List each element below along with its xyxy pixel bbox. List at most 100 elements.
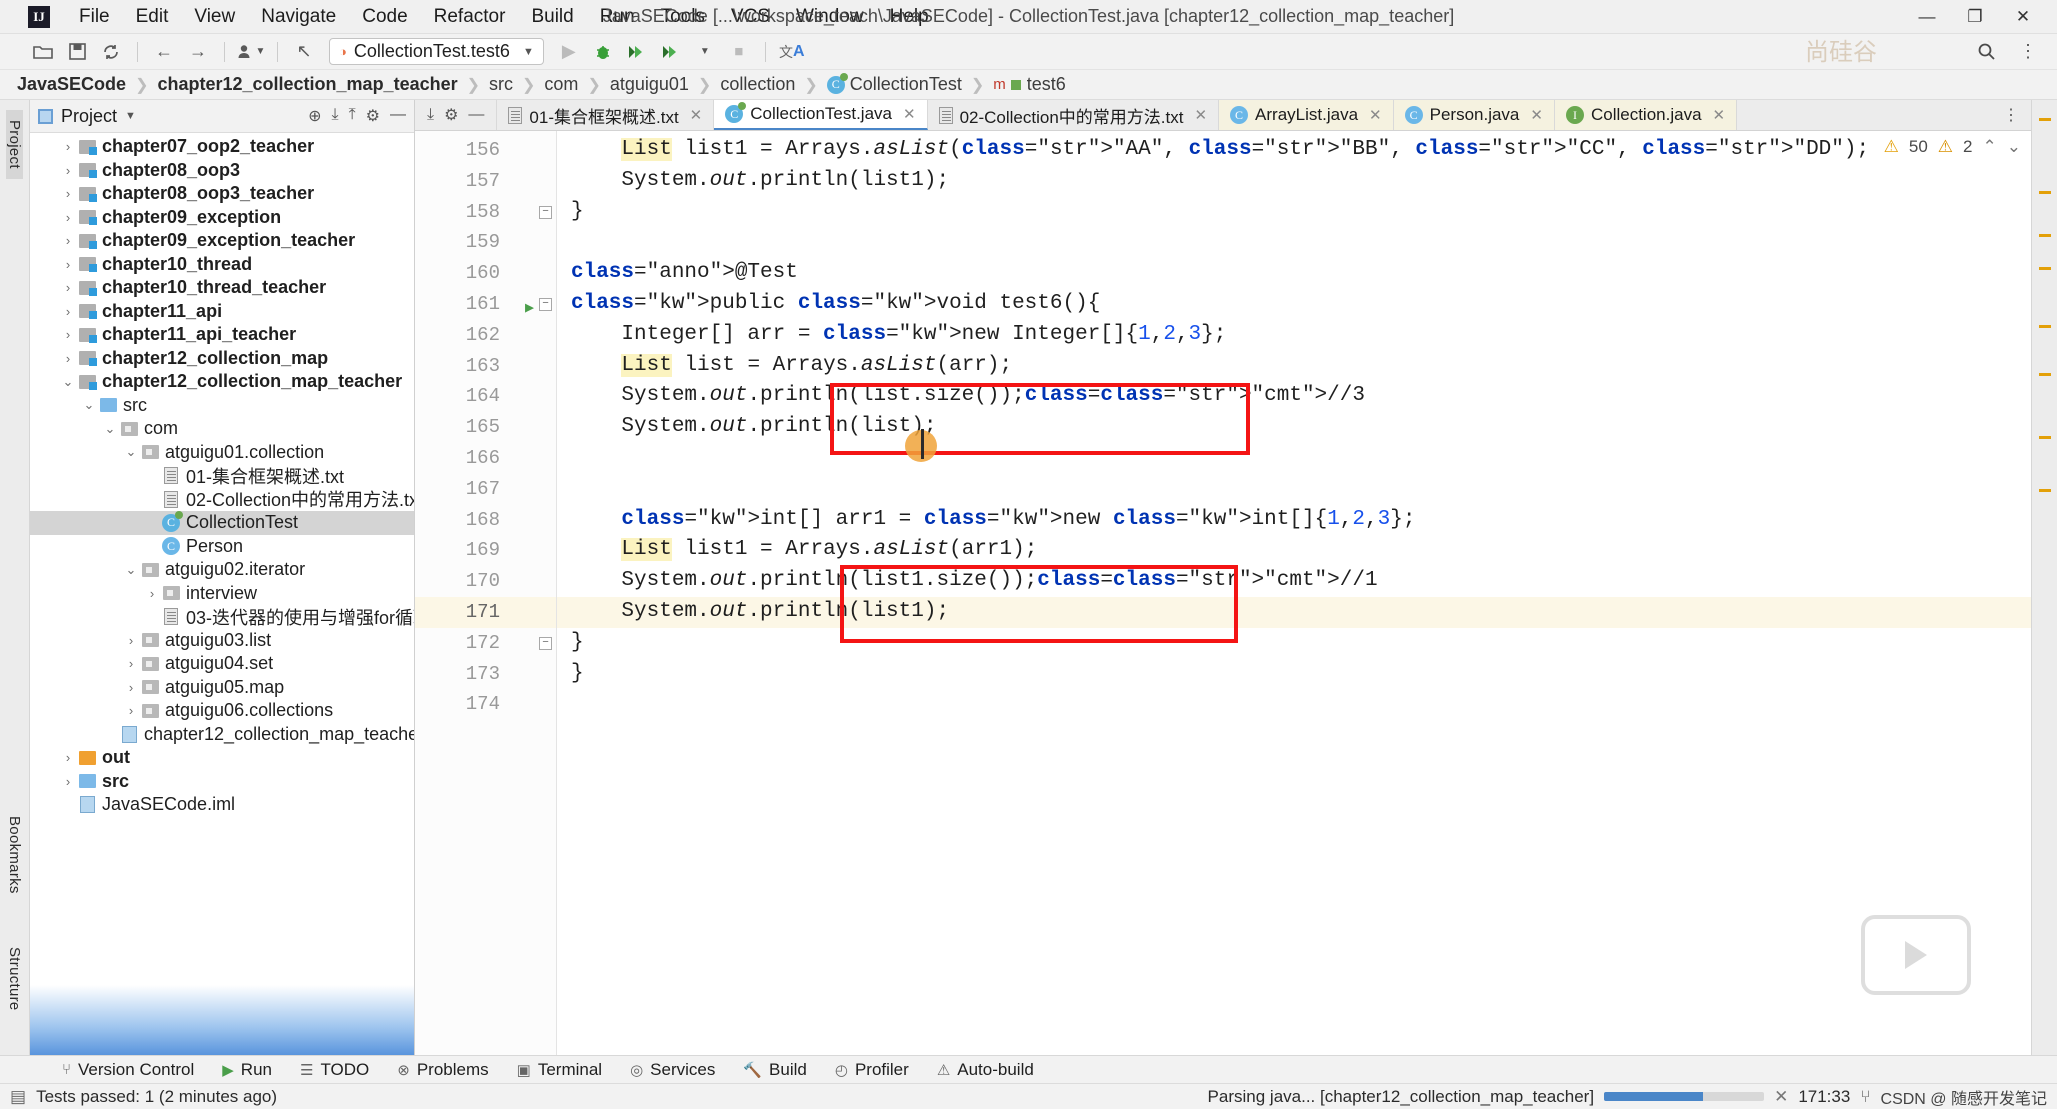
tree-item[interactable]: ⌄ src: [30, 394, 414, 418]
breadcrumb-item-class[interactable]: C CollectionTest: [824, 72, 965, 95]
chevron-right-icon[interactable]: ›: [59, 210, 77, 225]
chevron-down-icon[interactable]: ⌄: [59, 374, 77, 390]
chevron-right-icon[interactable]: ›: [143, 586, 161, 601]
tree-item[interactable]: › atguigu03.list: [30, 629, 414, 653]
line-number[interactable]: 165: [415, 412, 556, 443]
breadcrumb-item-src[interactable]: src: [486, 74, 516, 95]
code-editor[interactable]: 156 157 158−159 160 161 ▶ −162 163 164 165 166 167 1…: [415, 131, 2031, 1055]
code-line[interactable]: }: [557, 628, 2031, 659]
sync-icon[interactable]: [96, 38, 126, 66]
menu-item-vcs[interactable]: VCS: [718, 2, 783, 32]
line-number[interactable]: 163: [415, 351, 556, 382]
menu-item-code[interactable]: Code: [349, 2, 420, 32]
tool-window-build[interactable]: 🔨 Build: [729, 1057, 821, 1083]
tool-window-terminal[interactable]: ▣ Terminal: [503, 1057, 616, 1083]
code-line[interactable]: List list1 = Arrays.asList(arr1);: [557, 535, 2031, 566]
tree-item[interactable]: › src: [30, 770, 414, 794]
tree-item[interactable]: ⌄ chapter12_collection_map_teacher: [30, 370, 414, 394]
line-number[interactable]: 159: [415, 227, 556, 258]
code-line[interactable]: class="anno">@Test: [557, 258, 2031, 289]
code-line[interactable]: }: [557, 197, 2031, 228]
breadcrumb-item-com[interactable]: com: [541, 74, 581, 95]
tree-item[interactable]: C CollectionTest: [30, 510, 414, 535]
editor-tab-arraylist[interactable]: C ArrayList.java ✕: [1219, 100, 1394, 130]
close-icon[interactable]: ✕: [1713, 106, 1726, 124]
code-line[interactable]: }: [557, 659, 2031, 690]
editor-tab-txt-2[interactable]: 02-Collection中的常用方法.txt ✕: [927, 100, 1220, 130]
chevron-down-icon[interactable]: ▼: [690, 38, 720, 66]
marker-warning[interactable]: [2038, 118, 2051, 121]
collapse-icon[interactable]: ⤓: [427, 106, 434, 124]
chevron-right-icon[interactable]: ›: [122, 680, 140, 695]
tree-item[interactable]: › chapter08_oop3: [30, 159, 414, 183]
breadcrumb-item-method[interactable]: m test6: [990, 74, 1069, 95]
line-number[interactable]: 166: [415, 443, 556, 474]
editor-tab-person[interactable]: C Person.java ✕: [1393, 100, 1555, 130]
marker-warning[interactable]: [2038, 267, 2051, 270]
menu-item-edit[interactable]: Edit: [123, 2, 182, 32]
chevron-right-icon[interactable]: ›: [59, 233, 77, 248]
rail-item-structure[interactable]: Structure: [6, 937, 23, 1021]
branch-icon[interactable]: ⑂: [1860, 1087, 1870, 1107]
chevron-down-icon[interactable]: ⌄: [80, 397, 98, 413]
line-number[interactable]: 171: [415, 596, 556, 628]
menu-item-tools[interactable]: Tools: [648, 2, 718, 32]
editor-tab-collectiontest[interactable]: C CollectionTest.java ✕: [714, 100, 928, 130]
breadcrumb-item-collection[interactable]: collection: [717, 74, 798, 95]
line-number[interactable]: 173: [415, 659, 556, 690]
close-icon[interactable]: ✕: [903, 105, 916, 123]
menu-item-view[interactable]: View: [181, 2, 248, 32]
tree-item[interactable]: › chapter11_api: [30, 300, 414, 324]
tree-item[interactable]: 01-集合框架概述.txt: [30, 464, 414, 488]
maximize-button[interactable]: ❐: [1951, 1, 1999, 33]
tree-item[interactable]: chapter12_collection_map_teacher.iml: [30, 723, 414, 747]
marker-warning[interactable]: [2038, 234, 2051, 237]
search-icon[interactable]: [1971, 38, 2001, 66]
line-number-gutter[interactable]: 156 157 158−159 160 161 ▶ −162 163 164 165 166 167 1…: [415, 131, 557, 1055]
tree-item[interactable]: › atguigu04.set: [30, 652, 414, 676]
tool-window-profiler[interactable]: ◴ Profiler: [821, 1057, 923, 1083]
project-tree[interactable]: › chapter07_oop2_teacher › chapter08_oop3 › c…: [30, 133, 414, 1055]
code-line[interactable]: List list = Arrays.asList(arr);: [557, 351, 2031, 382]
chevron-right-icon[interactable]: ›: [59, 750, 77, 765]
chevron-right-icon[interactable]: ›: [59, 304, 77, 319]
next-problem-icon[interactable]: ⌄: [2007, 137, 2021, 157]
chevron-down-icon[interactable]: ⌄: [122, 444, 140, 460]
code-line[interactable]: [557, 689, 2031, 720]
more-options-icon[interactable]: ⋮: [2003, 105, 2019, 125]
menu-item-window[interactable]: Window: [783, 2, 877, 32]
close-button[interactable]: ✕: [1999, 1, 2047, 33]
line-number[interactable]: 162: [415, 320, 556, 351]
locate-icon[interactable]: ⊕: [308, 106, 321, 126]
chevron-right-icon[interactable]: ›: [59, 774, 77, 789]
chevron-right-icon[interactable]: ›: [59, 139, 77, 154]
line-number[interactable]: 157: [415, 166, 556, 197]
back-arrow-icon[interactable]: ←: [149, 38, 179, 66]
tree-item[interactable]: ⌄ com: [30, 417, 414, 441]
menu-item-help[interactable]: Help: [877, 2, 942, 32]
line-number[interactable]: 158−: [415, 197, 556, 228]
tool-window-version-control[interactable]: ⑂ Version Control: [48, 1057, 208, 1083]
chevron-down-icon[interactable]: ▼: [125, 110, 136, 122]
code-fold-icon[interactable]: −: [539, 636, 552, 650]
code-line[interactable]: class="kw">public class="kw">void test6(…: [557, 289, 2031, 320]
code-line[interactable]: List list1 = Arrays.asList(class="str">"…: [557, 135, 2031, 166]
tree-item[interactable]: 03-迭代器的使用与增强for循环.txt: [30, 605, 414, 629]
marker-warning[interactable]: [2038, 489, 2051, 492]
profile-button[interactable]: [656, 38, 686, 66]
code-line[interactable]: System.out.println(list);: [557, 412, 2031, 443]
line-number[interactable]: 160: [415, 258, 556, 289]
run-with-coverage-button[interactable]: [622, 38, 652, 66]
line-number[interactable]: 167: [415, 474, 556, 505]
tree-item[interactable]: › chapter12_collection_map: [30, 347, 414, 371]
code-line[interactable]: System.out.println(list1.size());class=c…: [557, 566, 2031, 597]
tool-window-auto-build[interactable]: ⚠ Auto-build: [923, 1057, 1048, 1083]
close-icon[interactable]: ✕: [690, 106, 703, 124]
prev-problem-icon[interactable]: ⌃: [1983, 137, 1997, 157]
run-configuration-selector[interactable]: ◑ CollectionTest.test6 ▼: [329, 38, 544, 65]
code-line[interactable]: System.out.println(list1);: [557, 596, 2031, 628]
undo-icon[interactable]: ↖: [289, 38, 319, 66]
hide-panel-icon[interactable]: —: [390, 106, 406, 126]
marker-warning[interactable]: [2038, 191, 2051, 194]
code-line[interactable]: System.out.println(list.size());class=cl…: [557, 381, 2031, 412]
